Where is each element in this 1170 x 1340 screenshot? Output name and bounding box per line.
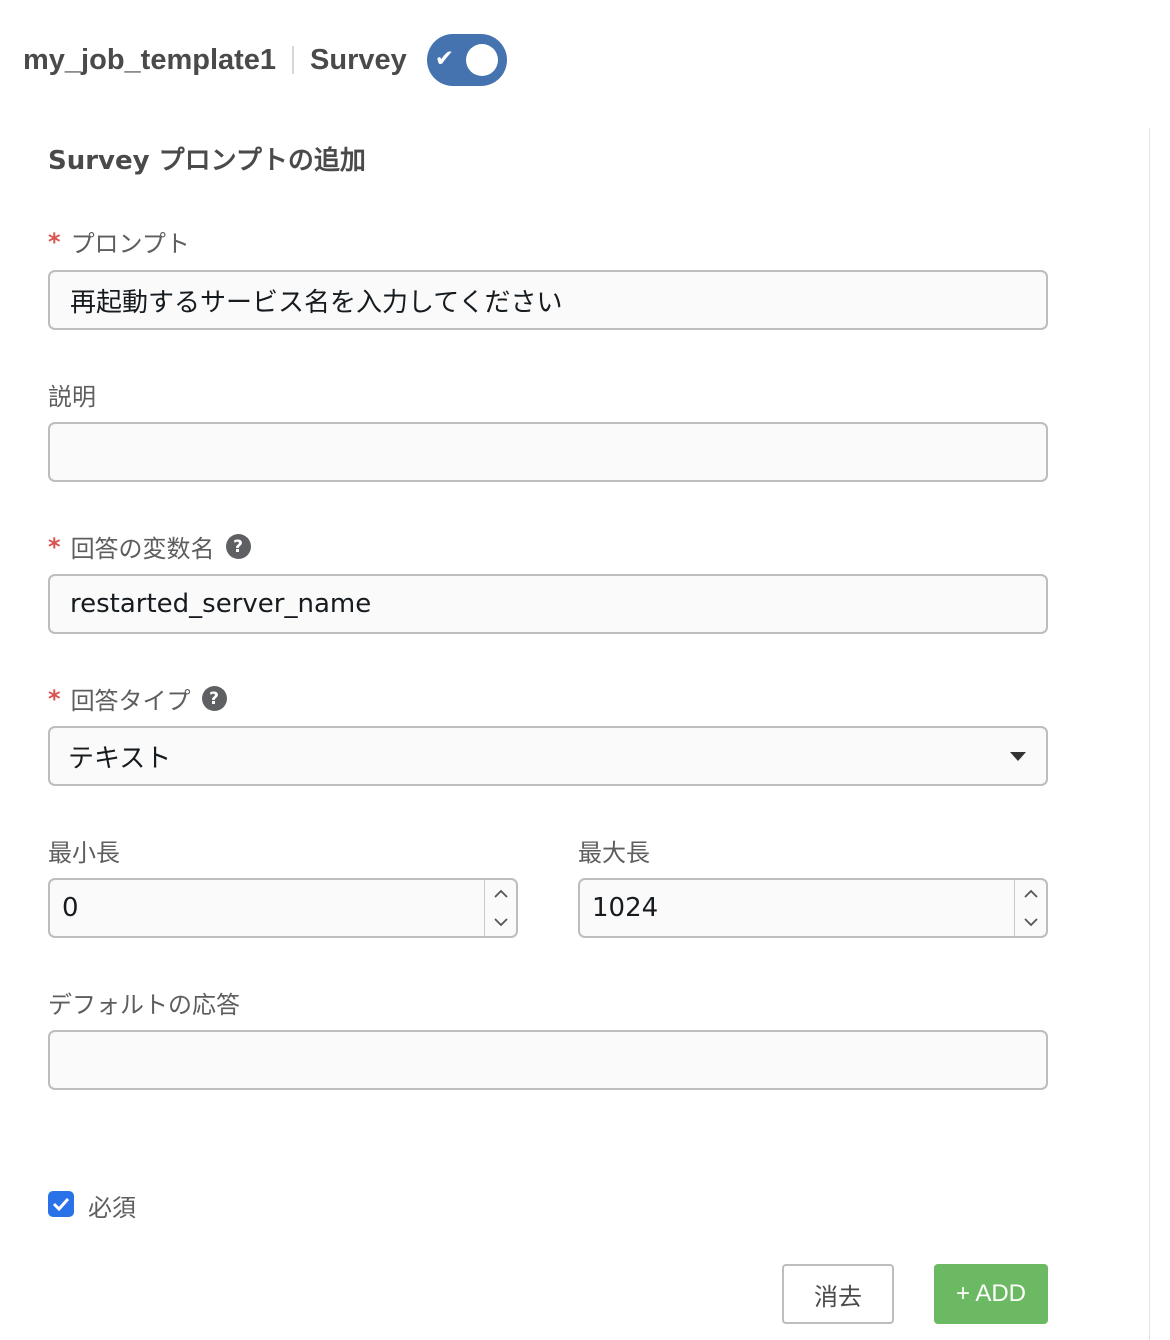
required-marker: * [48,684,61,713]
chevron-up-icon[interactable] [1015,880,1046,908]
form-title: Survey プロンプトの追加 [48,146,366,176]
description-label: 説明 [48,377,96,412]
max-length-value: 1024 [592,893,659,923]
answer-type-select[interactable]: テキスト [48,726,1048,786]
prompt-input[interactable]: 再起動するサービス名を入力してください [48,270,1048,330]
required-marker: * [48,532,61,561]
variable-label: * 回答の変数名 ? [48,529,251,564]
toggle-knob [465,44,498,76]
survey-enabled-toggle[interactable]: ✔ [426,34,507,86]
default-answer-input[interactable] [48,1030,1048,1090]
description-label-text: 説明 [48,383,96,411]
max-length-stepper[interactable] [1014,880,1046,936]
clear-button[interactable]: 消去 [782,1264,894,1324]
min-length-label-text: 最小長 [48,839,120,867]
answer-type-value: テキスト [68,743,172,774]
chevron-down-icon[interactable] [485,908,516,936]
template-name: my_job_template1 [23,43,277,76]
header-divider [292,46,295,74]
max-length-label: 最大長 [578,833,650,868]
check-icon: ✔ [434,46,455,72]
prompt-label: * プロンプト [48,224,190,259]
section-title: Survey [310,43,407,76]
required-marker: * [48,227,61,256]
variable-name-input[interactable]: restarted_server_name [48,574,1048,634]
variable-label-text: 回答の変数名 [70,535,215,563]
panel-divider [1149,128,1150,1340]
answer-type-label-text: 回答タイプ [70,687,191,715]
add-button[interactable]: + ADD [934,1264,1048,1324]
min-length-value: 0 [62,893,79,923]
required-checkbox-label: 必須 [88,1194,136,1222]
chevron-up-icon[interactable] [485,880,516,908]
default-answer-label-text: デフォルトの応答 [48,991,240,1019]
variable-name-value: restarted_server_name [70,589,372,619]
description-input[interactable] [48,422,1048,482]
page-header: my_job_template1 Survey ✔ [23,34,507,86]
help-icon[interactable]: ? [201,686,227,711]
answer-type-label: * 回答タイプ ? [48,681,227,716]
help-icon[interactable]: ? [225,534,251,559]
chevron-down-icon[interactable] [1015,908,1046,936]
caret-down-icon [1010,752,1026,761]
prompt-input-value: 再起動するサービス名を入力してください [70,287,563,318]
min-length-stepper[interactable] [484,880,516,936]
max-length-label-text: 最大長 [578,839,650,867]
default-answer-label: デフォルトの応答 [48,985,240,1020]
min-length-input[interactable]: 0 [48,878,518,938]
prompt-label-text: プロンプト [70,230,190,258]
required-checkbox[interactable] [48,1191,74,1217]
max-length-input[interactable]: 1024 [578,878,1048,938]
check-icon [52,1197,70,1211]
min-length-label: 最小長 [48,833,120,868]
